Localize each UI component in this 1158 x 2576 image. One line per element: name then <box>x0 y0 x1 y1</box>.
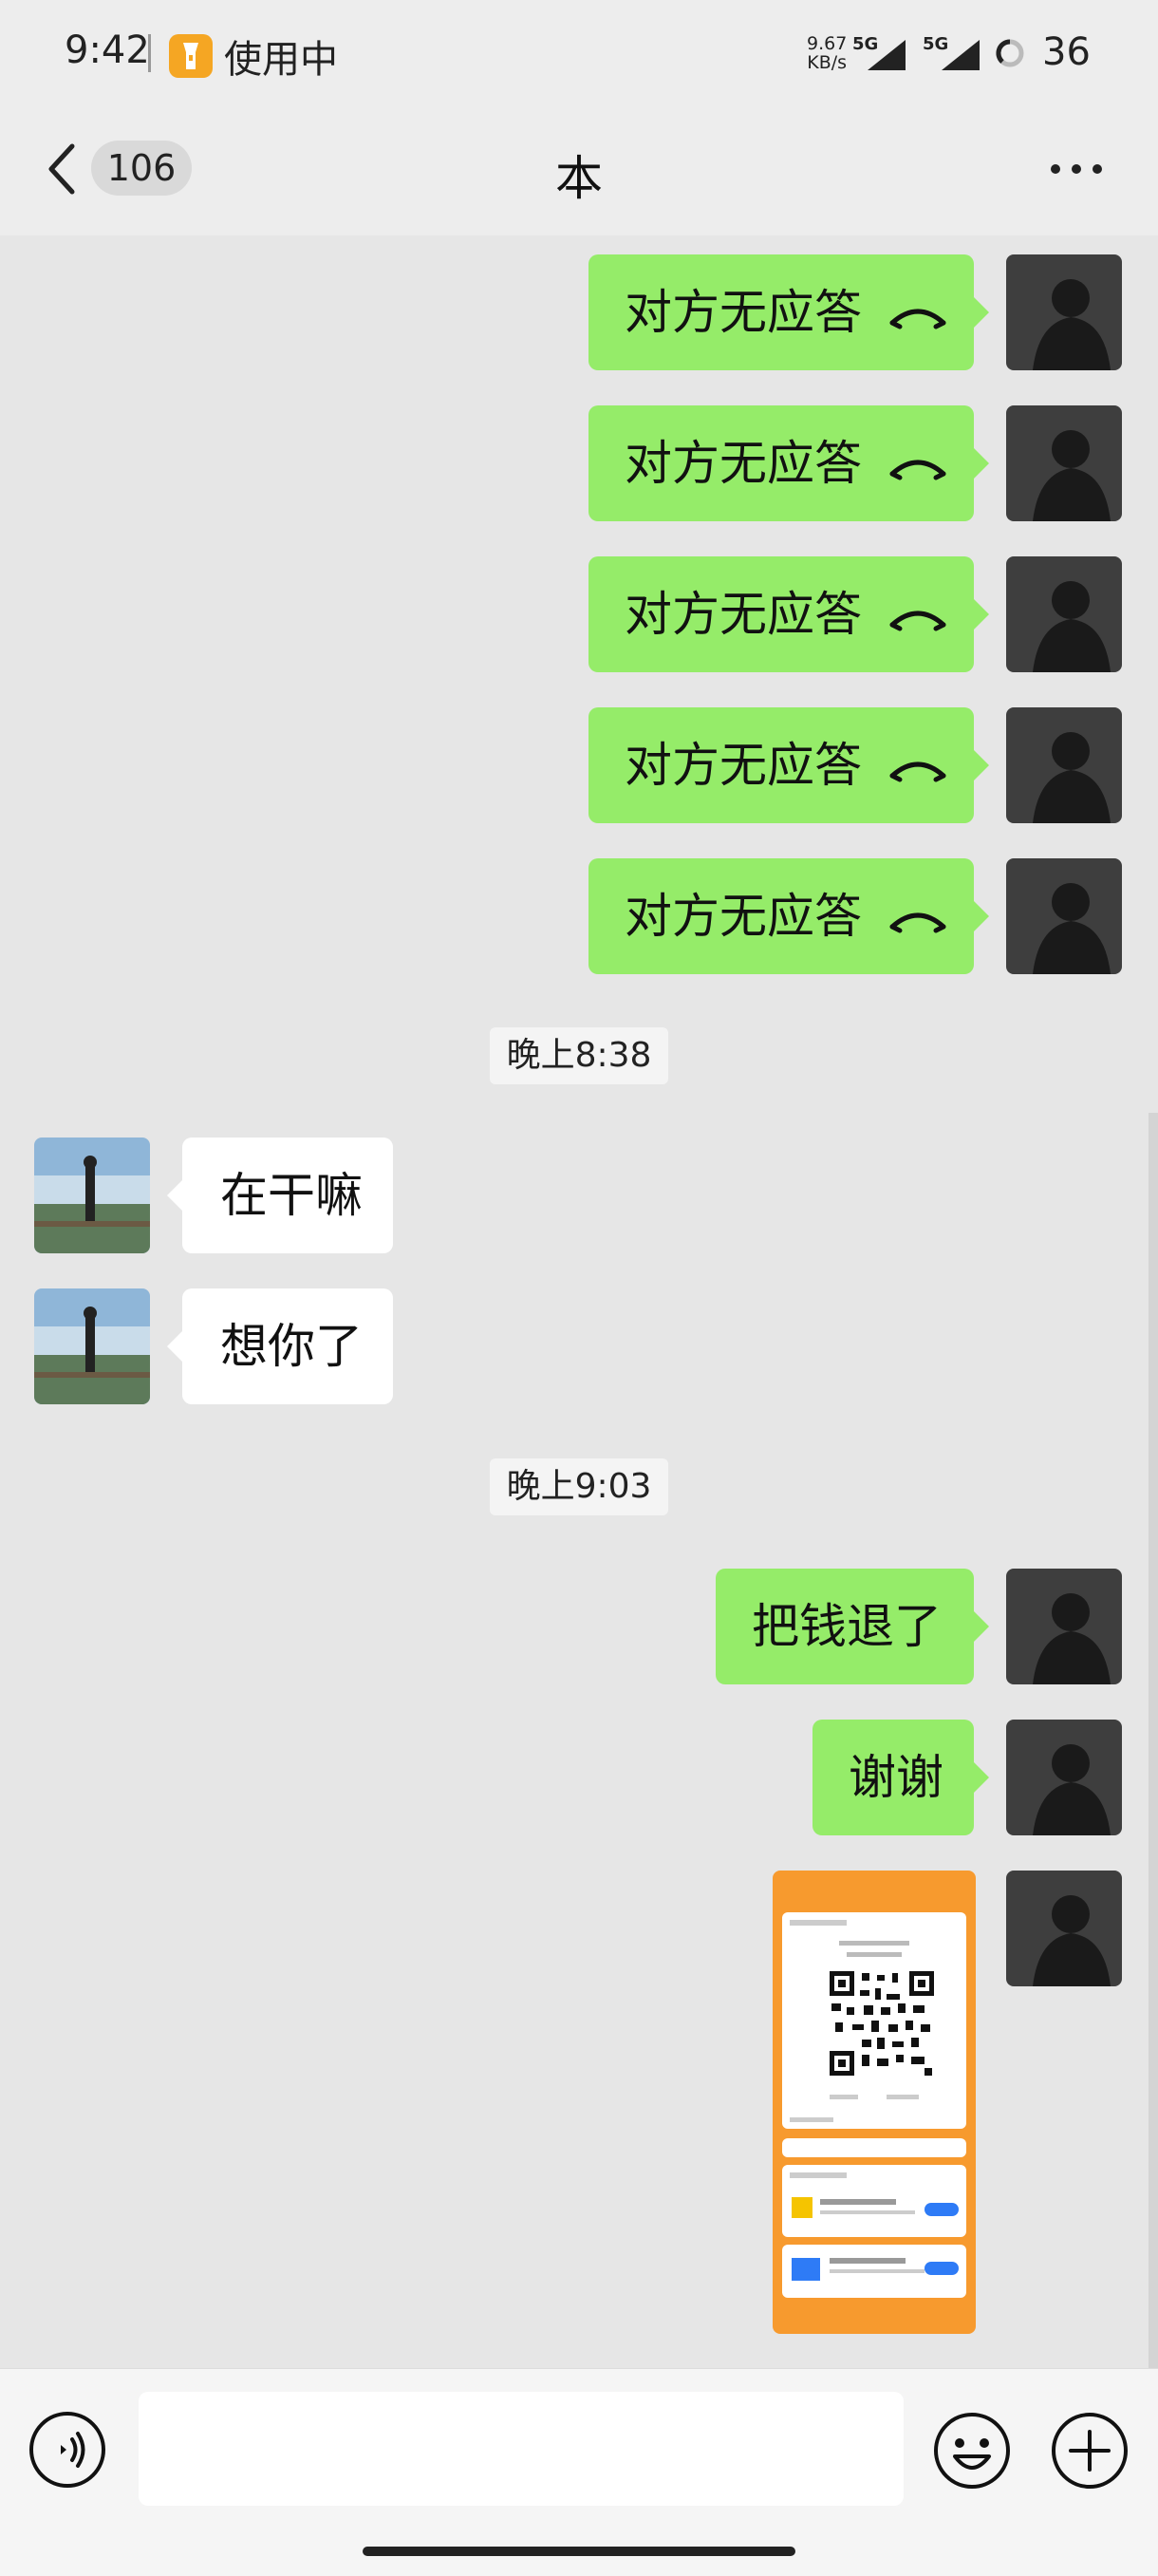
plus-icon[interactable] <box>1050 2411 1130 2491</box>
missed-call-bubble[interactable]: 对方无应答 <box>588 405 989 521</box>
my-avatar[interactable] <box>1006 405 1122 521</box>
signal-strength-icon <box>868 40 906 70</box>
missed-call-bubble[interactable]: 对方无应答 <box>588 254 989 370</box>
missed-call-bubble[interactable]: 对方无应答 <box>588 707 989 823</box>
phone-hangup-icon <box>889 912 946 932</box>
home-indicator[interactable] <box>363 2547 795 2556</box>
more-icon[interactable] <box>1048 160 1105 179</box>
status-time: 9:42 <box>65 28 150 72</box>
image-promo-card <box>782 2245 966 2298</box>
time-separator-text: 晚上9:03 <box>489 1458 669 1515</box>
chat-messages[interactable]: 对方无应答 对方无应答 对方无应答 对方无应答 对方无应答 晚上8:38 在干嘛… <box>0 235 1158 2368</box>
phone-hangup-icon <box>889 762 946 781</box>
my-avatar[interactable] <box>1006 1871 1122 1986</box>
image-service-card <box>782 2165 966 2237</box>
contact-avatar[interactable] <box>34 1288 150 1404</box>
emoji-icon[interactable] <box>932 2411 1012 2491</box>
time-separator: 晚上8:38 <box>0 1027 1158 1084</box>
my-avatar[interactable] <box>1006 858 1122 974</box>
scrollbar[interactable] <box>1149 1113 1158 2368</box>
contact-avatar[interactable] <box>34 1138 150 1253</box>
message-input[interactable] <box>139 2392 904 2506</box>
phone-hangup-icon <box>889 460 946 479</box>
battery-level: 36 <box>1042 30 1091 74</box>
my-avatar[interactable] <box>1006 1720 1122 1835</box>
battery-icon <box>996 39 1024 67</box>
image-row-card <box>782 2138 966 2157</box>
input-bar <box>0 2368 1158 2576</box>
chat-header: 106 本 <box>0 112 1158 235</box>
phone-hangup-icon <box>889 309 946 329</box>
image-qr-card <box>782 1912 966 2129</box>
my-avatar[interactable] <box>1006 556 1122 672</box>
missed-call-text: 对方无应答 <box>625 738 862 793</box>
incoming-message-bubble[interactable]: 想你了 <box>167 1288 393 1404</box>
status-divider <box>148 34 151 72</box>
network-speed: 9.67 KB/s <box>807 34 847 72</box>
my-avatar[interactable] <box>1006 1569 1122 1684</box>
image-message[interactable] <box>773 1871 976 2334</box>
net-speed-value: 9.67 <box>807 33 848 54</box>
missed-call-bubble[interactable]: 对方无应答 <box>588 556 989 672</box>
missed-call-bubble[interactable]: 对方无应答 <box>588 858 989 974</box>
flashlight-icon <box>169 34 213 78</box>
voice-icon[interactable] <box>28 2411 106 2489</box>
phone-hangup-icon <box>889 611 946 630</box>
chat-title: 本 <box>555 151 603 206</box>
missed-call-text: 对方无应答 <box>625 285 862 340</box>
signal-strength-icon-2 <box>942 40 980 70</box>
missed-call-text: 对方无应答 <box>625 587 862 642</box>
app-in-use-label: 使用中 <box>224 38 338 82</box>
outgoing-message-bubble[interactable]: 把钱退了 <box>716 1569 989 1684</box>
my-avatar[interactable] <box>1006 707 1122 823</box>
outgoing-message-bubble[interactable]: 谢谢 <box>812 1720 989 1835</box>
missed-call-text: 对方无应答 <box>625 889 862 944</box>
time-separator-text: 晚上8:38 <box>489 1027 669 1084</box>
net-speed-unit: KB/s <box>807 52 848 73</box>
my-avatar[interactable] <box>1006 254 1122 370</box>
missed-call-text: 对方无应答 <box>625 436 862 491</box>
time-separator: 晚上9:03 <box>0 1458 1158 1515</box>
incoming-message-bubble[interactable]: 在干嘛 <box>167 1138 393 1253</box>
status-bar: 9:42 使用中 9.67 KB/s 5G 5G 36 <box>0 0 1158 112</box>
